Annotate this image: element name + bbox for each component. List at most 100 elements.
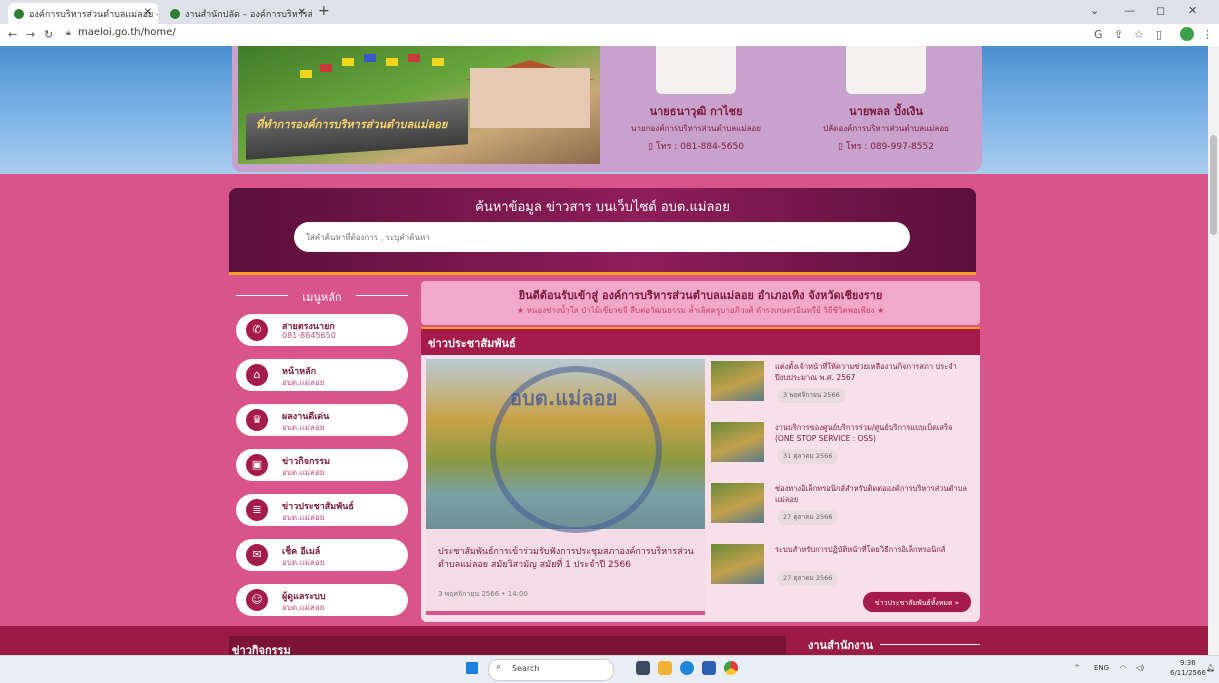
official-portrait — [656, 46, 736, 94]
maximize-icon[interactable]: ◻ — [1156, 4, 1165, 17]
taskbar-search[interactable] — [488, 659, 614, 681]
page-viewport: ที่ทำการองค์การบริหารส่วนตำบลแม่ลอย นายธ… — [0, 46, 1208, 655]
phone-icon: ✆ — [246, 319, 268, 341]
notification-bell-icon[interactable]: 🔔︎ — [1206, 664, 1215, 672]
news-item-title[interactable]: ช่องทางอิเล็กทรอนิกส์สำหรับติดต่อองค์การ… — [775, 483, 970, 505]
close-window-icon[interactable]: ✕ — [1188, 4, 1197, 17]
mail-icon: ✉ — [246, 544, 268, 566]
wifi-icon[interactable]: ◠ — [1120, 664, 1126, 672]
word-icon[interactable] — [702, 661, 716, 675]
new-tab-icon[interactable]: + — [318, 3, 330, 19]
file-explorer-icon[interactable] — [658, 661, 672, 675]
news-thumbnail[interactable] — [711, 422, 764, 462]
language-indicator[interactable]: ENG — [1094, 664, 1109, 672]
home-icon: ⌂ — [246, 364, 268, 386]
clock-date[interactable]: 6/11/2566 — [1170, 669, 1206, 677]
menu-item-subtitle: อบต.แม่ลอย — [282, 513, 325, 522]
back-icon[interactable]: ← — [8, 28, 17, 41]
flag-icon — [408, 54, 420, 62]
flag-icon — [432, 58, 444, 66]
tab-title: องค์การบริหารส่วนตำบลแม่ลอย – M — [29, 9, 158, 20]
menu-heading: เมนูหลัก — [302, 291, 342, 304]
profile-avatar[interactable] — [1180, 27, 1194, 41]
menu-item-subtitle: อบต.แม่ลอย — [282, 378, 325, 387]
official-portrait — [846, 46, 926, 94]
url-field[interactable]: maeloi.go.th/home/ — [78, 27, 176, 38]
forward-icon[interactable]: → — [26, 28, 35, 41]
lock-icon[interactable]: 🔒︎ — [66, 28, 71, 38]
trophy-icon: ♛ — [246, 409, 268, 431]
office-work-heading: งานสำนักงาน — [808, 639, 874, 652]
news-item-title[interactable]: แต่งตั้งเจ้าหน้าที่ให้ความช่วยเหลืองานกิ… — [775, 361, 970, 383]
news-item-title[interactable]: งานบริการของศูนย์บริการร่วม/ศูนย์บริการแ… — [775, 422, 970, 444]
close-tab-icon[interactable]: ✕ — [144, 7, 152, 18]
menu-item-subtitle: อบต.แม่ลอย — [282, 558, 325, 567]
phone-icon: ▯ — [838, 142, 846, 152]
news-item-date: 31 ตุลาคม 2566 — [777, 449, 839, 464]
news-thumbnail[interactable] — [711, 544, 764, 584]
site-favicon-icon — [14, 8, 24, 19]
building — [470, 68, 590, 128]
flag-icon — [320, 64, 332, 72]
reload-icon[interactable]: ↻ — [44, 28, 53, 41]
chevron-up-icon[interactable]: ^ — [1074, 664, 1080, 672]
document-icon: ≣ — [246, 499, 268, 521]
sign-text: ที่ทำการองค์การบริหารส่วนตำบลแม่ลอย — [256, 118, 448, 131]
official-phone: ▯ โทร : 081-884-5650 — [648, 142, 744, 152]
news-thumbnail[interactable] — [711, 483, 764, 523]
taskbar-search-label: Search — [512, 664, 540, 673]
news-thumbnail[interactable] — [711, 361, 764, 401]
official-phone: ▯ โทร : 089-997-8552 — [838, 142, 934, 152]
all-news-button[interactable]: ข่าวประชาสัมพันธ์ทั้งหมด » — [862, 591, 972, 613]
minimize-icon[interactable]: — — [1124, 4, 1135, 17]
activities-heading: ข่าวกิจกรรม — [232, 644, 291, 655]
flag-icon — [300, 70, 312, 78]
windows-start-icon[interactable] — [466, 662, 478, 674]
news-item-date: 27 ตุลาคม 2566 — [777, 571, 839, 586]
share-icon[interactable]: ⇪ — [1114, 28, 1123, 41]
user-icon: ☺ — [246, 589, 268, 611]
close-tab-icon[interactable]: ✕ — [298, 7, 306, 18]
phone-icon: ▯ — [648, 142, 656, 152]
menu-kebab-icon[interactable]: ⋮ — [1202, 28, 1213, 41]
activities-header — [229, 636, 786, 655]
edge-icon[interactable] — [680, 661, 694, 675]
task-view-icon[interactable] — [636, 661, 650, 675]
news-item-date: 3 พฤศจิกายน 2566 — [777, 388, 846, 403]
search-title: ค้นหาข้อมูล ข่าวสาร บนเว็บไซต์ อบต.แม่ลอ… — [475, 200, 730, 215]
official-position: ปลัดองค์การบริหารส่วนตำบลแม่ลอย — [823, 124, 949, 133]
flag-icon — [342, 58, 354, 66]
official-position: นายกองค์การบริหารส่วนตำบลแม่ลอย — [631, 124, 761, 133]
divider — [880, 644, 980, 645]
address-bar-row — [0, 24, 1219, 47]
official-name: นายธนาวุฒิ กาไชย — [649, 105, 743, 118]
official-name: นายพลล บั้งเงิน — [849, 105, 923, 118]
google-icon[interactable]: G — [1094, 28, 1103, 41]
news-heading: ข่าวประชาสัมพันธ์ — [428, 337, 516, 350]
menu-item-subtitle: 081-8845650 — [282, 331, 336, 340]
flag-icon — [364, 54, 376, 62]
image-icon: ▣ — [246, 454, 268, 476]
menu-item-subtitle: อบต.แม่ลอย — [282, 468, 325, 477]
menu-item-subtitle: อบต.แม่ลอย — [282, 423, 325, 432]
seal-text: อบต.แม่ลอย — [510, 386, 618, 410]
side-panel-icon[interactable]: ▯ — [1156, 28, 1162, 41]
featured-news-date: 3 พฤศจิกายน 2566 • 14:00 — [438, 590, 528, 598]
scrollbar-thumb[interactable] — [1210, 135, 1217, 235]
welcome-title: ยินดีต้อนรับเข้าสู่ องค์การบริหารส่วนตำบ… — [518, 289, 883, 302]
browser-tab-active[interactable]: องค์การบริหารส่วนตำบลแม่ลอย – M ✕ — [8, 3, 158, 24]
news-item-date: 27 ตุลาคม 2566 — [777, 510, 839, 525]
featured-news-title[interactable]: ประชาสัมพันธ์การเข้าร่วมรับฟังการประชุมส… — [438, 546, 700, 572]
tab-search-icon[interactable]: ⌄ — [1090, 4, 1099, 17]
divider — [356, 295, 408, 296]
chrome-icon[interactable] — [724, 661, 738, 675]
search-input[interactable] — [294, 222, 910, 252]
welcome-slogan: ★ หนองช่างน้ำใส ป่าไม้เขียวขจี สืบต่อวัฒ… — [516, 306, 885, 315]
site-favicon-icon — [170, 8, 180, 19]
menu-item-subtitle: อบต.แม่ลอย — [282, 603, 325, 612]
news-item-title[interactable]: ระบบสำหรับการปฏิบัติหน้าที่โดยวิธีการอิเ… — [775, 544, 970, 555]
volume-icon[interactable]: ◁) — [1136, 664, 1144, 672]
browser-tab[interactable]: งานสำนักปลัด – องค์การบริหารส่วนต์ ✕ — [164, 3, 312, 24]
clock-time[interactable]: 9:36 — [1180, 659, 1196, 667]
bookmark-star-icon[interactable]: ☆ — [1134, 28, 1144, 41]
